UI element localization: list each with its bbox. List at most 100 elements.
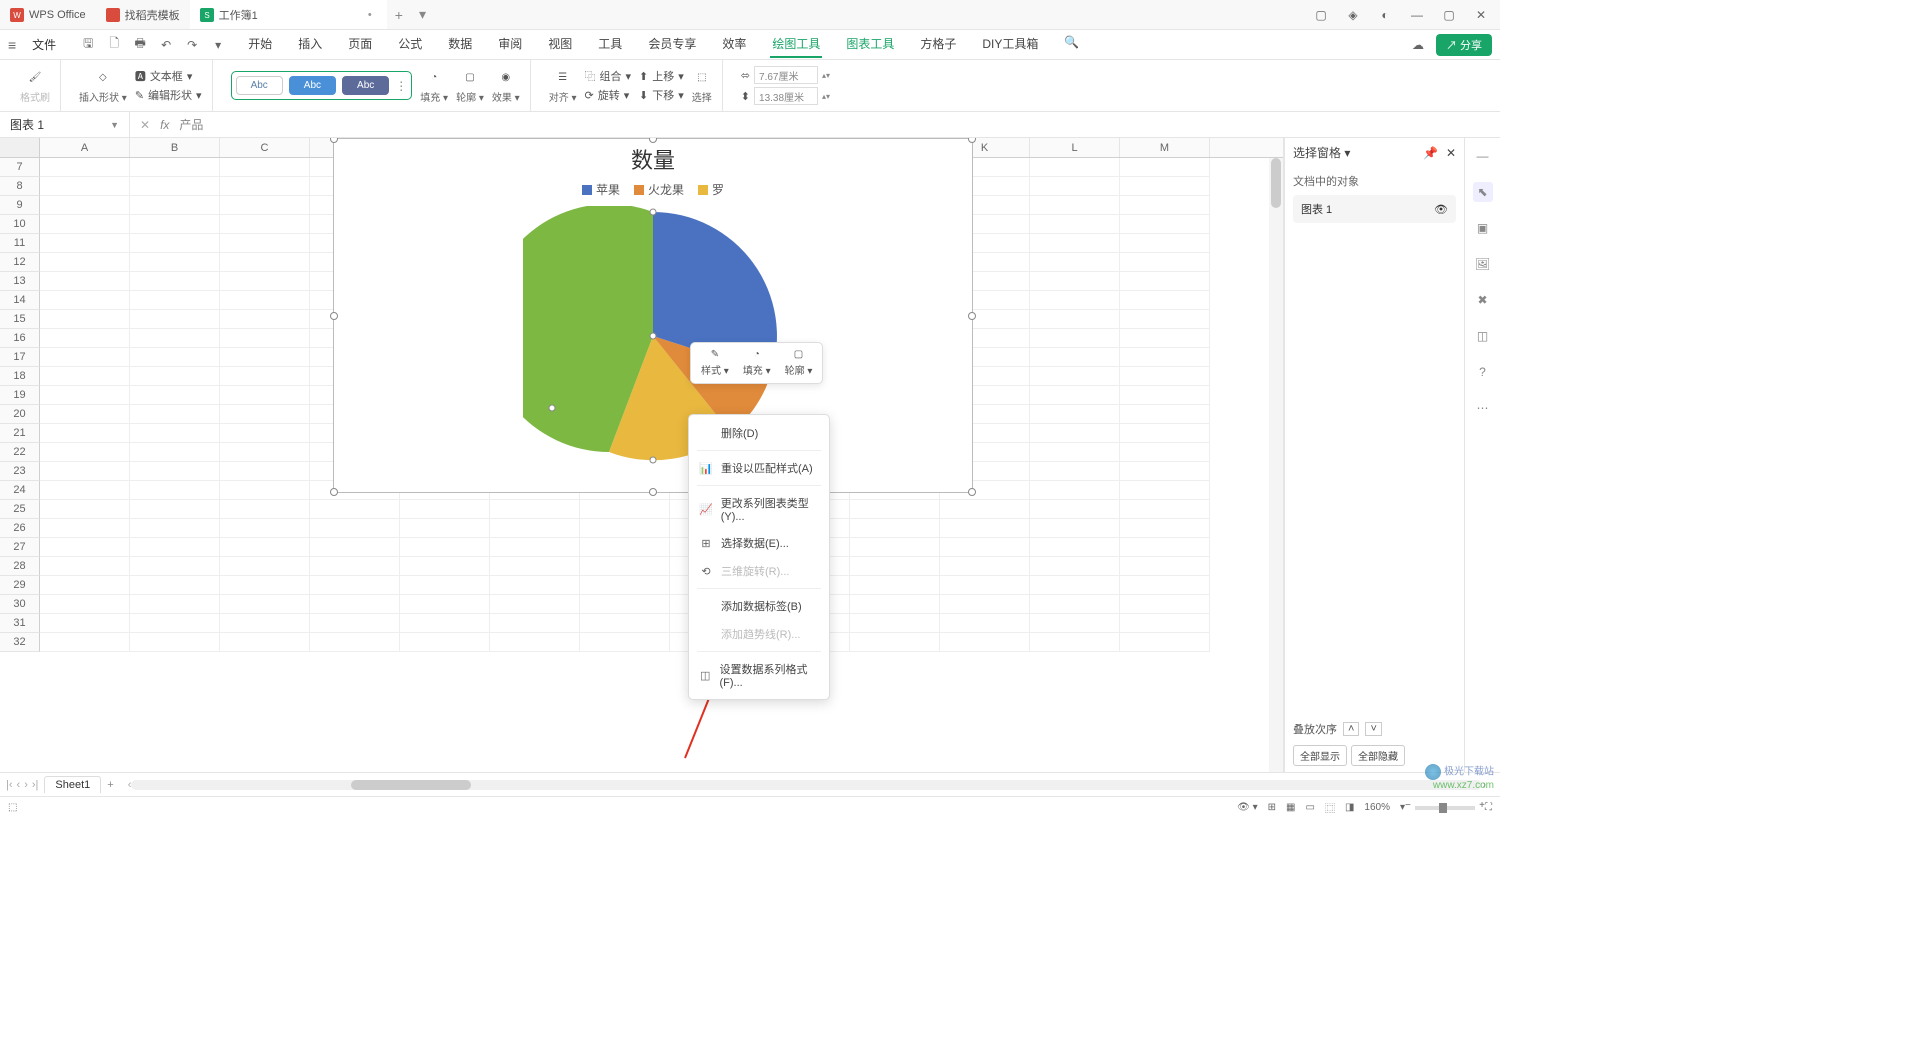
ctx-select-data[interactable]: ⊞选择数据(E)... <box>689 529 829 557</box>
cell[interactable] <box>1120 291 1210 310</box>
fullscreen-icon[interactable]: ⛶ <box>1485 802 1492 813</box>
app-tab-workbook[interactable]: S 工作簿1 • <box>190 0 387 29</box>
cell[interactable] <box>40 367 130 386</box>
cell[interactable] <box>220 158 310 177</box>
cell[interactable] <box>130 633 220 652</box>
chart-object[interactable]: 数量 苹果 火龙果 罗 <box>333 138 973 493</box>
cell[interactable] <box>220 348 310 367</box>
tab-insert[interactable]: 插入 <box>296 31 324 58</box>
cell[interactable] <box>940 633 1030 652</box>
cell[interactable] <box>310 633 400 652</box>
assistant-icon[interactable]: ▣ <box>1473 218 1493 238</box>
cell[interactable] <box>40 405 130 424</box>
cell[interactable] <box>220 614 310 633</box>
cell[interactable] <box>580 614 670 633</box>
cell[interactable] <box>1120 386 1210 405</box>
row-header[interactable]: 13 <box>0 272 40 291</box>
cell[interactable] <box>40 595 130 614</box>
cell[interactable] <box>850 633 940 652</box>
align-button[interactable]: ☰对齐 ▾ <box>549 67 577 104</box>
insert-shape-button[interactable]: ◇ 插入形状 ▾ <box>79 67 127 104</box>
search-icon[interactable]: 🔍 <box>1062 31 1081 58</box>
cell[interactable] <box>130 405 220 424</box>
cell[interactable] <box>1120 538 1210 557</box>
show-all-button[interactable]: 全部显示 <box>1293 745 1347 766</box>
cell[interactable] <box>1030 310 1120 329</box>
cell[interactable] <box>1030 253 1120 272</box>
select-tool-icon[interactable]: ⬉ <box>1473 182 1493 202</box>
prev-sheet-icon[interactable]: ‹ <box>17 779 21 791</box>
cell[interactable] <box>220 538 310 557</box>
cell[interactable] <box>220 234 310 253</box>
cell[interactable] <box>490 614 580 633</box>
cell[interactable] <box>220 500 310 519</box>
cell[interactable] <box>130 196 220 215</box>
row-header[interactable]: 23 <box>0 462 40 481</box>
cell[interactable] <box>1120 443 1210 462</box>
cell[interactable] <box>40 215 130 234</box>
cell[interactable] <box>1120 253 1210 272</box>
cell[interactable] <box>40 500 130 519</box>
image-icon[interactable]: 🖼 <box>1473 254 1493 274</box>
cell[interactable] <box>1120 215 1210 234</box>
row-header[interactable]: 25 <box>0 500 40 519</box>
cell[interactable] <box>40 272 130 291</box>
group-button[interactable]: ⿻组合 ▾ <box>585 68 632 84</box>
next-sheet-icon[interactable]: › <box>24 779 28 791</box>
cell[interactable] <box>940 576 1030 595</box>
cell[interactable] <box>1030 424 1120 443</box>
sheet-tab[interactable]: Sheet1 <box>44 776 101 793</box>
print-icon[interactable]: 🖶 <box>132 37 148 53</box>
cell[interactable] <box>400 633 490 652</box>
cell[interactable] <box>1120 329 1210 348</box>
cell[interactable] <box>130 329 220 348</box>
select-all-corner[interactable] <box>0 138 40 157</box>
cell[interactable] <box>490 633 580 652</box>
cell[interactable] <box>220 367 310 386</box>
tab-efficiency[interactable]: 效率 <box>720 31 748 58</box>
tab-member[interactable]: 会员专享 <box>646 31 698 58</box>
zoom-level[interactable]: 160% <box>1364 802 1390 813</box>
order-up-icon[interactable]: ˄ <box>1343 722 1359 736</box>
cell[interactable] <box>1120 367 1210 386</box>
cell[interactable] <box>40 519 130 538</box>
avatar-icon[interactable]: ◐ <box>1376 6 1394 24</box>
horizontal-scrollbar[interactable]: ‹ › <box>128 780 1486 790</box>
hamburger-icon[interactable]: ≡ <box>8 37 16 53</box>
cell[interactable] <box>1120 519 1210 538</box>
cell[interactable] <box>310 500 400 519</box>
cell[interactable] <box>40 310 130 329</box>
cancel-formula-icon[interactable]: ✕ <box>140 118 150 132</box>
col-header[interactable]: L <box>1030 138 1120 157</box>
cell[interactable] <box>1030 272 1120 291</box>
cell[interactable] <box>580 557 670 576</box>
ctx-delete[interactable]: 删除(D) <box>689 419 829 447</box>
more-icon[interactable]: ⋯ <box>1473 398 1493 418</box>
cell[interactable] <box>1120 272 1210 291</box>
row-header[interactable]: 26 <box>0 519 40 538</box>
style-more-icon[interactable]: ⋮ <box>395 79 407 93</box>
cell[interactable] <box>220 481 310 500</box>
fill-button[interactable]: ◔填充 ▾ <box>420 67 448 104</box>
cell[interactable] <box>220 177 310 196</box>
last-sheet-icon[interactable]: ›| <box>32 779 39 791</box>
file-menu[interactable]: 文件 <box>26 34 62 55</box>
close-icon[interactable]: • <box>363 8 377 22</box>
cell[interactable] <box>130 253 220 272</box>
cell[interactable] <box>220 557 310 576</box>
cell[interactable] <box>1120 196 1210 215</box>
cell[interactable] <box>1120 234 1210 253</box>
save-icon[interactable]: 🖫 <box>80 37 96 53</box>
cell[interactable] <box>490 538 580 557</box>
cell[interactable] <box>220 215 310 234</box>
cell[interactable] <box>130 234 220 253</box>
cell[interactable] <box>310 538 400 557</box>
resize-handle[interactable] <box>649 488 657 496</box>
stats-icon[interactable]: ⊞ <box>1268 802 1276 813</box>
cell[interactable] <box>40 348 130 367</box>
style-abc-2[interactable]: Abc <box>289 76 336 95</box>
cell[interactable] <box>220 291 310 310</box>
cell[interactable] <box>580 519 670 538</box>
row-header[interactable]: 17 <box>0 348 40 367</box>
cell[interactable] <box>490 557 580 576</box>
